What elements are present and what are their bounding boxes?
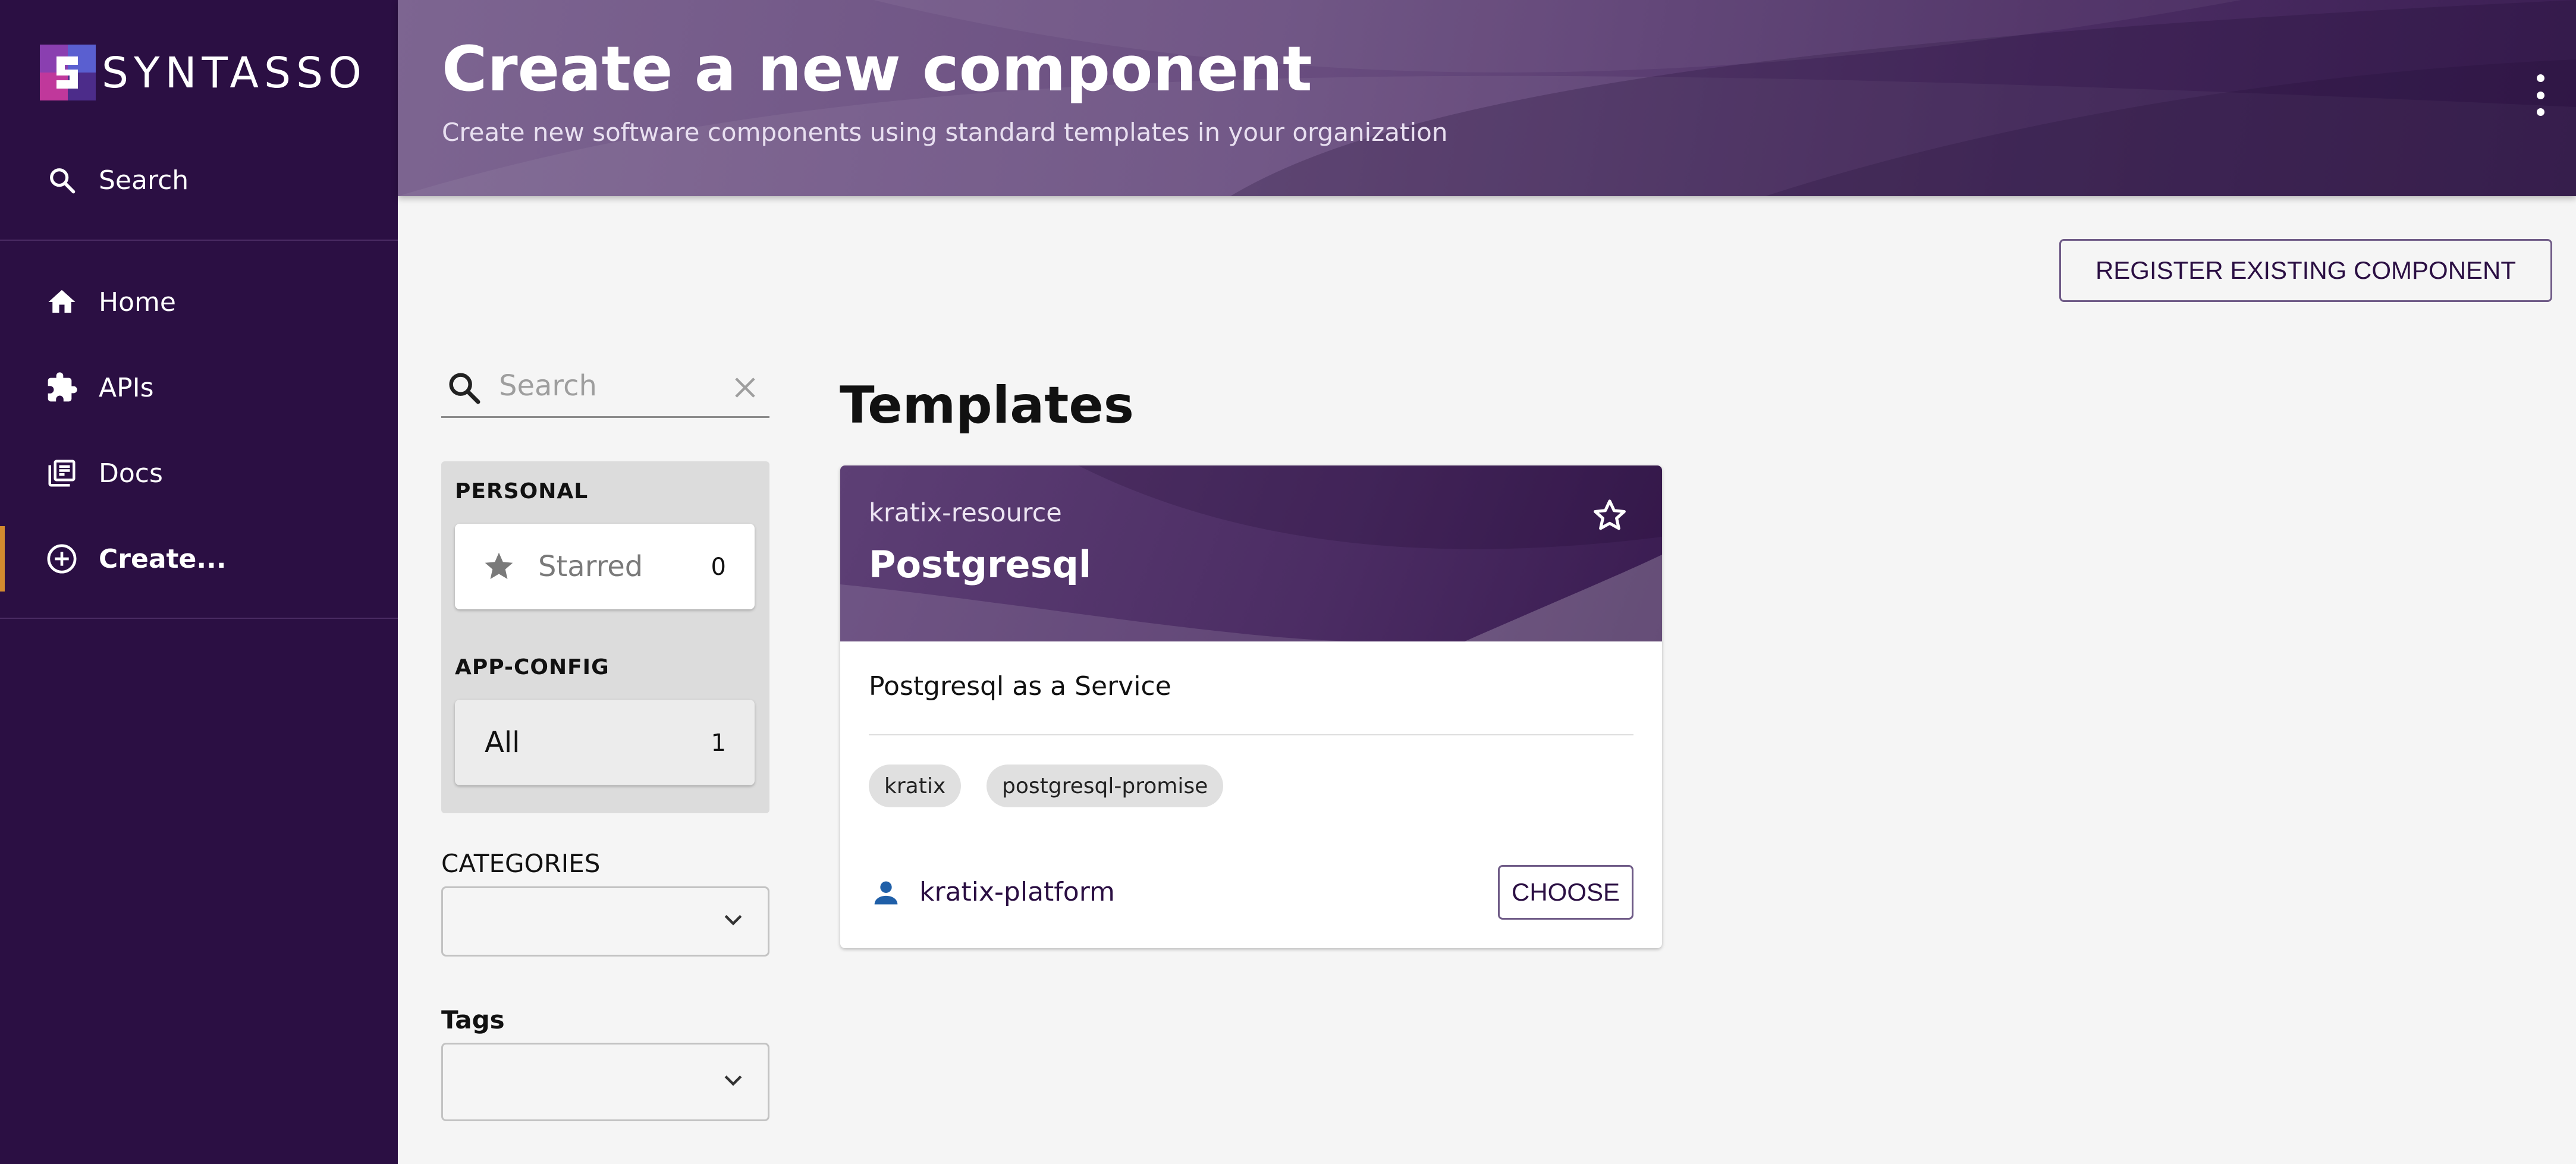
sidebar-divider: [0, 240, 398, 241]
sidebar-item-label: Create...: [99, 543, 227, 574]
sidebar-search-label: Search: [99, 165, 189, 196]
add-circle-icon: [44, 541, 80, 577]
template-search: [441, 361, 769, 418]
sidebar-item-label: Home: [99, 287, 176, 317]
tags-label: Tags: [441, 1005, 505, 1034]
syntasso-logo-icon: [40, 45, 96, 100]
filter-all[interactable]: All 1: [455, 700, 755, 785]
filter-count: 0: [711, 553, 726, 581]
search-icon: [44, 162, 80, 198]
sidebar-item-label: Docs: [99, 458, 163, 489]
star-outline-icon[interactable]: [1589, 495, 1630, 538]
clear-search-icon[interactable]: [730, 372, 761, 405]
search-icon: [445, 369, 483, 409]
filter-starred[interactable]: Starred 0: [455, 524, 755, 609]
card-divider: [869, 734, 1633, 735]
owner-link[interactable]: kratix-platform: [919, 877, 1115, 907]
sidebar-item-home[interactable]: Home: [0, 269, 398, 335]
sidebar-item-create[interactable]: Create...: [0, 526, 398, 592]
chevron-down-icon: [720, 907, 746, 936]
filter-label: Starred: [538, 550, 643, 583]
brand-logo[interactable]: SYNTASSO: [40, 45, 367, 100]
filter-count: 1: [711, 729, 726, 757]
template-card-header: kratix-resource Postgresql: [840, 465, 1662, 641]
categories-select[interactable]: [441, 886, 769, 957]
chevron-down-icon: [720, 1068, 746, 1096]
library-books-icon: [44, 455, 80, 491]
templates-heading: Templates: [840, 376, 1134, 435]
page-header: Create a new component Create new softwa…: [398, 0, 2576, 196]
personal-heading: PERSONAL: [455, 479, 589, 504]
tag-chip[interactable]: kratix: [869, 765, 962, 807]
sidebar-divider: [0, 618, 398, 619]
brand-name: SYNTASSO: [102, 48, 367, 97]
template-type: kratix-resource: [869, 498, 1062, 528]
more-options-icon[interactable]: [2531, 74, 2549, 116]
sidebar-item-apis[interactable]: APIs: [0, 355, 398, 420]
home-icon: [44, 284, 80, 320]
register-existing-component-button[interactable]: REGISTER EXISTING COMPONENT: [2059, 239, 2552, 302]
tags-select[interactable]: [441, 1043, 769, 1121]
tag-chip[interactable]: postgresql-promise: [987, 765, 1224, 807]
sidebar-item-docs[interactable]: Docs: [0, 441, 398, 506]
star-icon: [482, 550, 516, 586]
categories-label: CATEGORIES: [441, 849, 601, 878]
sidebar-item-label: APIs: [99, 372, 154, 403]
search-input[interactable]: [498, 367, 726, 404]
puzzle-icon: [44, 370, 80, 405]
user-filter-panel: PERSONAL Starred 0 APP-CONFIG All 1: [441, 461, 769, 813]
sidebar-search[interactable]: Search: [0, 147, 398, 213]
filter-label: All: [485, 726, 520, 759]
choose-button[interactable]: CHOOSE: [1498, 865, 1633, 920]
person-icon: [869, 876, 903, 913]
sidebar: SYNTASSO Search Home APIs Docs Create...: [0, 0, 398, 1164]
page-title: Create a new component: [442, 33, 1312, 105]
app-config-heading: APP-CONFIG: [455, 655, 610, 679]
page-subtitle: Create new software components using sta…: [442, 118, 1448, 147]
template-card: kratix-resource Postgresql Postgresql as…: [840, 465, 1662, 948]
template-name: Postgresql: [869, 543, 1092, 586]
template-description: Postgresql as a Service: [869, 671, 1171, 701]
